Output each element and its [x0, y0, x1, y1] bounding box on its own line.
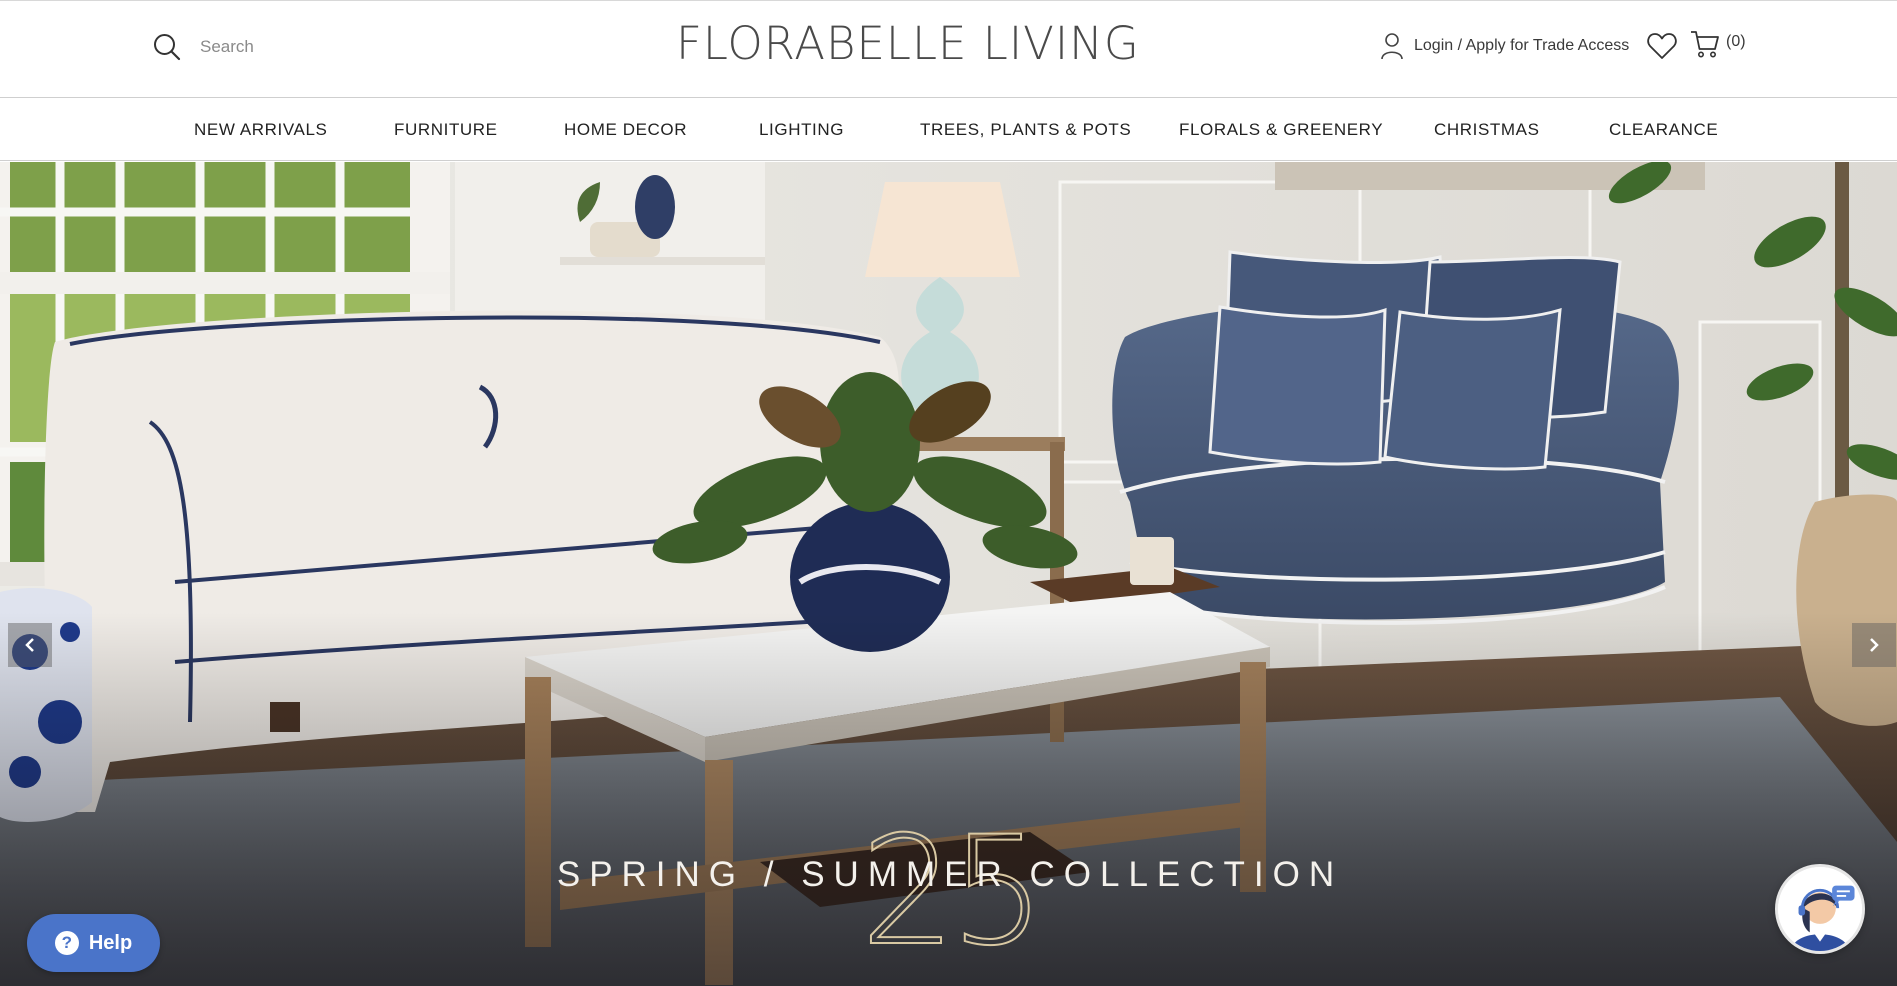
nav-new-arrivals[interactable]: NEW ARRIVALS [194, 98, 327, 161]
site-logo[interactable]: FLORABELLE LIVING [676, 16, 1139, 72]
help-button-label: Help [88, 931, 133, 954]
search-bar[interactable]: Search [152, 31, 254, 63]
login-link-label[interactable]: Login / Apply for Trade Access [1414, 37, 1629, 55]
question-icon: ? [54, 931, 79, 955]
agent-illustration [1778, 867, 1862, 951]
cart-count: (0) [1726, 33, 1746, 50]
nav-lighting[interactable]: LIGHTING [759, 98, 844, 161]
nav-trees-plants-pots[interactable]: TREES, PLANTS & POTS [920, 98, 1131, 161]
login-trade-access-link[interactable]: Login / Apply for Trade Access [1380, 29, 1629, 63]
search-input[interactable]: Search [200, 37, 254, 57]
chevron-left-icon [25, 638, 34, 652]
nav-furniture[interactable]: FURNITURE [394, 98, 498, 161]
nav-home-decor[interactable]: HOME DECOR [564, 98, 687, 161]
main-navigation: NEW ARRIVALS FURNITURE HOME DECOR LIGHTI… [0, 98, 1897, 161]
site-header: Search FLORABELLE LIVING Login / Apply f… [0, 0, 1897, 98]
nav-christmas[interactable]: CHRISTMAS [1434, 98, 1540, 161]
chevron-right-icon [1870, 638, 1879, 652]
user-icon [1381, 33, 1403, 60]
cart-icon [1691, 31, 1719, 58]
help-button[interactable]: ? Help [27, 914, 160, 972]
nav-clearance[interactable]: CLEARANCE [1609, 98, 1718, 161]
heart-icon[interactable] [1646, 30, 1678, 62]
hero-carousel[interactable]: 25 SPRING / SUMMER COLLECTION [0, 162, 1897, 986]
carousel-next-button[interactable] [1852, 623, 1896, 667]
chat-agent-avatar-icon[interactable] [1775, 864, 1865, 954]
search-icon[interactable] [152, 32, 182, 62]
hero-image [0, 162, 1897, 986]
nav-florals-greenery[interactable]: FLORALS & GREENERY [1179, 98, 1383, 161]
carousel-prev-button[interactable] [8, 623, 52, 667]
cart-button[interactable]: (0) [1690, 29, 1746, 61]
